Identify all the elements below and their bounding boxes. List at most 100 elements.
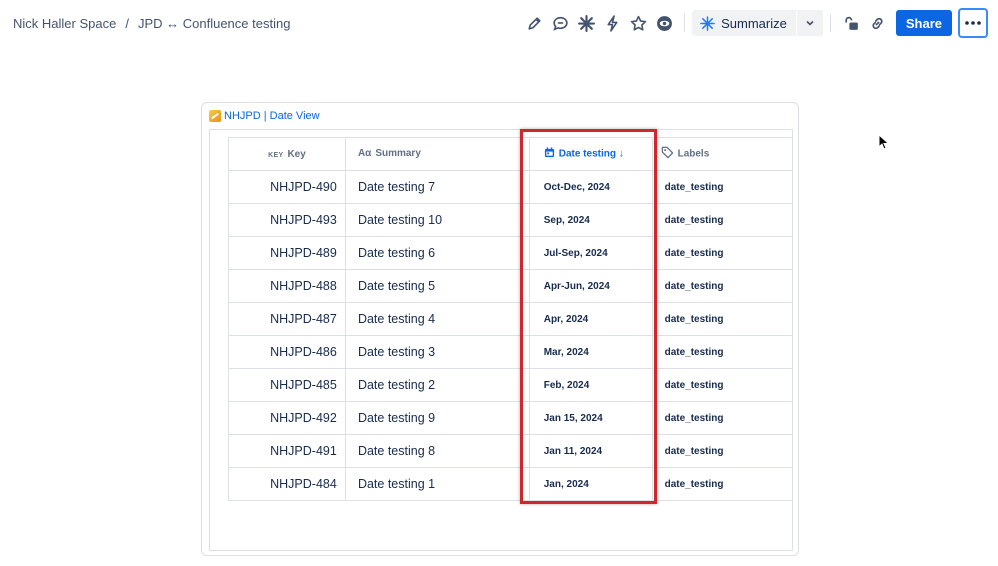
lightning-icon [607, 14, 618, 32]
column-header-date-testing[interactable]: Date testing ↓ [529, 137, 653, 171]
ai-button[interactable] [574, 9, 599, 37]
summarize-button[interactable]: Summarize [692, 10, 796, 36]
table-frame: KEYKey AαSummary Date testing ↓ Labels [209, 129, 793, 551]
column-header-key[interactable]: KEY Key [228, 137, 346, 171]
unlock-icon [845, 16, 858, 30]
issue-label-cell: date_testing [652, 335, 792, 369]
eye-icon [657, 15, 673, 31]
issue-key-link[interactable]: NHJPD-492 [228, 401, 346, 435]
issue-date-cell: Feb, 2024 [529, 368, 653, 402]
issue-summary-link[interactable]: Date testing 4 [345, 302, 530, 336]
issue-key-link[interactable]: NHJPD-487 [228, 302, 346, 336]
table-row[interactable]: NHJPD-490 Date testing 7 Oct-Dec, 2024 date… [228, 170, 792, 204]
issue-date-cell: Apr, 2024 [529, 302, 653, 336]
issue-summary-link[interactable]: Date testing 8 [345, 434, 530, 468]
issue-summary-link[interactable]: Date testing 2 [345, 368, 530, 402]
edit-button[interactable] [522, 9, 547, 37]
pencil-icon [528, 16, 541, 30]
breadcrumb-space-link[interactable]: Nick Haller Space [13, 16, 116, 31]
link-icon [872, 17, 883, 29]
issue-date-cell: Sep, 2024 [529, 203, 653, 237]
comment-button[interactable] [548, 9, 573, 37]
column-header-labels-label: Labels [677, 148, 710, 160]
issue-summary-link[interactable]: Date testing 1 [345, 467, 530, 501]
issues-table: KEYKey AαSummary Date testing ↓ Labels [228, 137, 792, 501]
issue-summary-link[interactable]: Date testing 3 [345, 335, 530, 369]
tag-icon [661, 146, 674, 162]
issue-label-cell: date_testing [652, 170, 792, 204]
copy-link-button[interactable] [865, 9, 890, 37]
issue-label-cell: date_testing [652, 302, 792, 336]
issue-date-cell: Jul-Sep, 2024 [529, 236, 653, 270]
top-bar: Nick Haller Space / JPD ↔ Confluence tes… [0, 0, 998, 46]
table-row[interactable]: NHJPD-491 Date testing 8 Jan 11, 2024 date_… [228, 434, 792, 468]
sparkle-icon [578, 14, 596, 32]
column-header-summary-label: Summary [375, 148, 421, 160]
issue-key-link[interactable]: NHJPD-491 [228, 434, 346, 468]
issue-label-cell: date_testing [652, 203, 792, 237]
issue-summary-link[interactable]: Date testing 10 [345, 203, 530, 237]
automation-button[interactable] [600, 9, 625, 37]
table-row[interactable]: NHJPD-488 Date testing 5 Apr-Jun, 2024 date… [228, 269, 792, 303]
table-row[interactable]: NHJPD-484 Date testing 1 Jan, 2024 date_tes… [228, 467, 792, 501]
issue-key-link[interactable]: NHJPD-489 [228, 236, 346, 270]
issue-summary-link[interactable]: Date testing 9 [345, 401, 530, 435]
issue-date-cell: Jan 15, 2024 [529, 401, 653, 435]
issue-label-cell: date_testing [652, 236, 792, 270]
issue-date-cell: Jan 11, 2024 [529, 434, 653, 468]
summarize-sparkle-icon [700, 15, 715, 31]
table-row[interactable]: NHJPD-485 Date testing 2 Feb, 2024 date_tes… [228, 368, 792, 402]
share-button[interactable]: Share [895, 10, 952, 36]
embed-title-link[interactable]: NHJPD | Date View [209, 110, 320, 122]
watch-button[interactable] [652, 9, 677, 37]
breadcrumb: Nick Haller Space / JPD ↔ Confluence tes… [13, 16, 290, 31]
issue-date-cell: Apr-Jun, 2024 [529, 269, 653, 303]
issue-summary-link[interactable]: Date testing 5 [345, 269, 530, 303]
page-toolbar: Summarize Share [521, 8, 988, 38]
summarize-label: Summarize [721, 15, 787, 31]
table-header-row: KEY Key Aα Summary Date testing ↓ Labels [228, 137, 792, 171]
summarize-dropdown-button[interactable] [796, 10, 823, 36]
jira-product-icon [209, 110, 221, 122]
issues-table-body: NHJPD-490 Date testing 7 Oct-Dec, 2024 date… [228, 170, 792, 501]
issue-key-link[interactable]: NHJPD-488 [228, 269, 346, 303]
table-row[interactable]: NHJPD-489 Date testing 6 Jul-Sep, 2024 date… [228, 236, 792, 270]
breadcrumb-page-link[interactable]: JPD ↔ Confluence testing [138, 16, 290, 31]
chevron-down-icon [806, 20, 814, 26]
toolbar-divider [684, 14, 686, 32]
issue-date-cell: Oct-Dec, 2024 [529, 170, 653, 204]
table-row[interactable]: NHJPD-486 Date testing 3 Mar, 2024 date_tes… [228, 335, 792, 369]
star-button[interactable] [626, 9, 651, 37]
issue-key-link[interactable]: NHJPD-490 [228, 170, 346, 204]
mouse-cursor-icon [878, 134, 890, 150]
issue-key-link[interactable]: NHJPD-493 [228, 203, 346, 237]
more-actions-button[interactable] [958, 8, 988, 38]
calendar-icon [544, 147, 555, 161]
issue-label-cell: date_testing [652, 401, 792, 435]
toolbar-divider-2 [829, 14, 831, 32]
table-row[interactable]: NHJPD-487 Date testing 4 Apr, 2024 date_tes… [228, 302, 792, 336]
issue-label-cell: date_testing [652, 368, 792, 402]
star-icon [630, 15, 647, 31]
table-row[interactable]: NHJPD-493 Date testing 10 Sep, 2024 date_te… [228, 203, 792, 237]
column-header-key-label: Key [287, 148, 306, 160]
embed-title-text: NHJPD | Date View [224, 110, 320, 122]
column-header-labels[interactable]: Labels [652, 137, 792, 171]
column-header-summary[interactable]: Aα Summary [345, 137, 530, 171]
issue-label-cell: date_testing [652, 467, 792, 501]
issue-summary-link[interactable]: Date testing 6 [345, 236, 530, 270]
issue-summary-link[interactable]: Date testing 7 [345, 170, 530, 204]
table-row[interactable]: NHJPD-492 Date testing 9 Jan 15, 2024 date_… [228, 401, 792, 435]
issue-label-cell: date_testing [652, 434, 792, 468]
text-field-icon: Aα [357, 148, 372, 160]
jira-embed-panel: NHJPD | Date View KEY Key Aα Summary Date … [201, 102, 799, 556]
issue-key-link[interactable]: NHJPD-486 [228, 335, 346, 369]
key-field-icon: KEY [268, 151, 284, 159]
restrictions-button[interactable] [839, 9, 864, 37]
comment-icon [553, 16, 568, 31]
more-icon [965, 21, 981, 25]
issue-key-link[interactable]: NHJPD-485 [228, 368, 346, 402]
issue-key-link[interactable]: NHJPD-484 [228, 467, 346, 501]
issue-label-cell: date_testing [652, 269, 792, 303]
issue-date-cell: Jan, 2024 [529, 467, 653, 501]
